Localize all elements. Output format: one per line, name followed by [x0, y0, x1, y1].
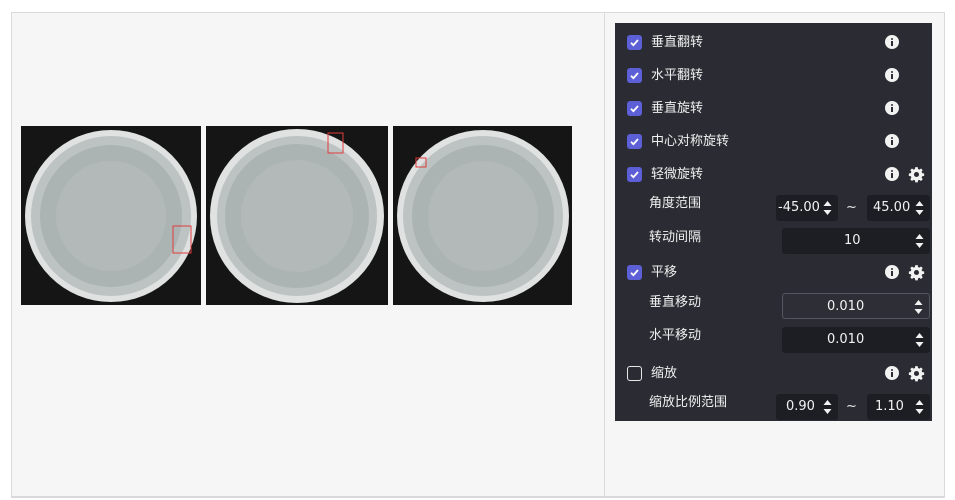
checkbox-hflip[interactable] — [627, 68, 642, 83]
info-icon[interactable] — [885, 134, 899, 148]
option-label: 垂直旋转 — [651, 101, 704, 116]
spin-arrows-icon[interactable] — [823, 200, 832, 216]
check-icon — [630, 138, 639, 146]
pane-divider — [604, 12, 605, 498]
check-icon — [630, 105, 639, 113]
option-label: 轻微旋转 — [651, 167, 704, 182]
angle-range-label: 角度范围 — [649, 196, 702, 211]
option-vflip[interactable]: 垂直翻转 — [615, 30, 932, 56]
spin-arrows-icon[interactable] — [915, 332, 924, 348]
option-vrotate[interactable]: 垂直旋转 — [615, 96, 932, 122]
option-slight-rotate[interactable]: 轻微旋转 — [615, 162, 932, 188]
scale-max-input[interactable]: 1.10 — [867, 394, 930, 420]
check-icon — [630, 72, 639, 80]
augmentation-panel: 垂直翻转 水平翻转 垂直旋转 中心对称旋转 轻微旋转 角度范围 -45.00 ~… — [615, 23, 932, 421]
option-label: 中心对称旋转 — [651, 134, 730, 149]
info-icon[interactable] — [885, 68, 899, 82]
info-icon[interactable] — [885, 167, 899, 181]
info-icon[interactable] — [885, 101, 899, 115]
interval-input[interactable]: 10 — [782, 228, 930, 254]
angle-max-input[interactable]: 45.00 — [867, 195, 930, 221]
info-icon[interactable] — [885, 366, 899, 380]
bottom-border — [11, 496, 944, 497]
checkbox-center-sym[interactable] — [627, 134, 642, 149]
interval-label: 转动间隔 — [649, 230, 702, 245]
option-label: 缩放 — [651, 366, 678, 381]
spin-arrows-icon[interactable] — [915, 233, 924, 249]
option-label: 垂直翻转 — [651, 35, 704, 50]
preview-image-1 — [21, 126, 201, 305]
info-icon[interactable] — [885, 265, 899, 279]
vertical-move-label: 垂直移动 — [649, 295, 702, 310]
range-separator: ~ — [846, 200, 857, 215]
option-label: 平移 — [651, 265, 678, 280]
check-icon — [630, 39, 639, 47]
option-label: 水平翻转 — [651, 68, 704, 83]
option-scale[interactable]: 缩放 — [615, 361, 932, 387]
gear-icon[interactable] — [908, 166, 925, 183]
checkbox-scale[interactable] — [627, 366, 642, 381]
scale-min-input[interactable]: 0.90 — [776, 394, 838, 420]
range-separator: ~ — [846, 399, 857, 414]
checkbox-vrotate[interactable] — [627, 101, 642, 116]
gear-icon[interactable] — [908, 365, 925, 382]
check-icon — [630, 171, 639, 179]
horizontal-move-label: 水平移动 — [649, 328, 702, 343]
horizontal-move-input[interactable]: 0.010 — [782, 327, 930, 353]
option-center-sym[interactable]: 中心对称旋转 — [615, 129, 932, 155]
angle-min-input[interactable]: -45.00 — [776, 195, 838, 221]
spin-arrows-icon[interactable] — [914, 299, 923, 315]
vertical-move-input[interactable]: 0.010 — [782, 293, 930, 319]
spin-arrows-icon[interactable] — [915, 399, 924, 415]
gear-icon[interactable] — [908, 264, 925, 281]
checkbox-slight-rotate[interactable] — [627, 167, 642, 182]
check-icon — [630, 269, 639, 277]
preview-image-3 — [393, 126, 572, 305]
info-icon[interactable] — [885, 35, 899, 49]
spin-arrows-icon[interactable] — [823, 399, 832, 415]
option-translate[interactable]: 平移 — [615, 260, 932, 286]
checkbox-vflip[interactable] — [627, 35, 642, 50]
option-hflip[interactable]: 水平翻转 — [615, 63, 932, 89]
spin-arrows-icon[interactable] — [915, 200, 924, 216]
checkbox-translate[interactable] — [627, 265, 642, 280]
preview-image-2 — [206, 126, 388, 305]
scale-range-label: 缩放比例范围 — [649, 395, 728, 410]
